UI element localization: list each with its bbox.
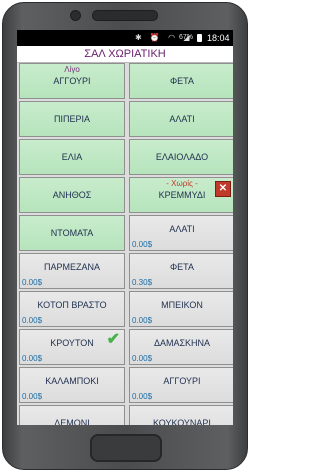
status-bar: ✱ ⏰ ◠ ◢ 67% 18:04	[17, 30, 233, 46]
ingredient-tile[interactable]: - Χωρίς - ΚΡΕΜΜΥΔΙ ✕	[129, 177, 233, 213]
ingredient-tile[interactable]: ΑΝΗΘΟΣ	[19, 177, 125, 213]
ingredient-tile[interactable]: ΦΕΤΑ	[129, 63, 233, 99]
tile-name: ΑΝΗΘΟΣ	[52, 190, 92, 200]
tile-name: ΦΕΤΑ	[169, 262, 195, 272]
tile-price: 0.00$	[22, 354, 43, 363]
ingredient-tile[interactable]: ΛΕΜΟΝΙ	[19, 405, 125, 425]
tile-price: 0.00$	[132, 316, 153, 325]
ingredient-tile[interactable]: ΚΑΛΑΜΠΟΚΙ 0.00$	[19, 367, 125, 403]
tile-price: 0.00$	[132, 392, 153, 401]
ingredient-tile[interactable]: ΝΤΟΜΑΤΑ	[19, 215, 125, 251]
tile-name: ΚΟΤΟΠ ΒΡΑΣΤΟ	[37, 300, 107, 310]
tile-name: ΕΛΙΑ	[61, 152, 83, 162]
tile-name: ΔΑΜΑΣΚΗΝΑ	[153, 338, 211, 348]
earpiece-speaker	[92, 10, 158, 21]
tile-price: 0.00$	[22, 316, 43, 325]
checkmark-icon: ✔	[106, 331, 120, 348]
ingredient-tile[interactable]: ΜΠΕΙΚΟΝ 0.00$	[129, 291, 233, 327]
tile-name: ΝΤΟΜΑΤΑ	[50, 228, 94, 238]
ingredient-tile[interactable]: ΑΓΓΟΥΡΙ 0.00$	[129, 367, 233, 403]
ingredient-tile[interactable]: ΕΛΙΑ	[19, 139, 125, 175]
ingredient-tile[interactable]: ΠΙΠΕΡΙΑ	[19, 101, 125, 137]
tile-modifier: Λίγο	[64, 65, 80, 74]
tile-name: ΑΓΓΟΥΡΙ	[53, 76, 91, 86]
tile-name: ΦΕΤΑ	[169, 76, 195, 86]
app-screen: ✱ ⏰ ◠ ◢ 67% 18:04 ΣΑΛ ΧΩΡΙΑΤΙΚΗ Λίγο ΑΓΓΟ…	[17, 30, 233, 425]
tile-price: 0.00$	[132, 240, 153, 249]
tile-price: 0.30$	[132, 278, 153, 287]
ingredient-tile[interactable]: ΑΛΑΤΙ	[129, 101, 233, 137]
tile-name: ΠΙΠΕΡΙΑ	[53, 114, 90, 124]
page-title: ΣΑΛ ΧΩΡΙΑΤΙΚΗ	[17, 46, 233, 63]
ingredient-tile[interactable]: ΚΡΟΥΤΟΝ 0.00$ ✔	[19, 329, 125, 365]
phone-frame: ✱ ⏰ ◠ ◢ 67% 18:04 ΣΑΛ ΧΩΡΙΑΤΙΚΗ Λίγο ΑΓΓΟ…	[0, 0, 250, 472]
clock: 18:04	[207, 33, 230, 43]
tile-name: ΑΓΓΟΥΡΙ	[163, 376, 201, 386]
tile-price: 0.00$	[22, 392, 43, 401]
battery-icon	[197, 34, 202, 42]
tile-name: ΠΑΡΜΕΖΑΝΑ	[43, 262, 100, 272]
tile-name: ΑΛΑΤΙ	[169, 114, 195, 124]
tile-name: ΚΟΥΚΟΥΝΑΡΙ	[153, 418, 211, 425]
ingredient-tile[interactable]: ΔΑΜΑΣΚΗΝΑ 0.00$	[129, 329, 233, 365]
tile-name: ΕΛΑΙΟΛΑΔΟ	[155, 152, 209, 162]
tile-name: ΛΕΜΟΝΙ	[54, 418, 90, 425]
tile-name: ΚΑΛΑΜΠΟΚΙ	[45, 376, 99, 386]
home-button[interactable]	[90, 434, 162, 462]
ingredient-tile[interactable]: ΚΟΤΟΠ ΒΡΑΣΤΟ 0.00$	[19, 291, 125, 327]
ingredient-tile[interactable]: ΠΑΡΜΕΖΑΝΑ 0.00$	[19, 253, 125, 289]
ingredient-tile[interactable]: ΕΛΑΙΟΛΑΔΟ	[129, 139, 233, 175]
tile-price: 0.00$	[22, 278, 43, 287]
remove-icon[interactable]: ✕	[215, 181, 231, 197]
ingredient-tile[interactable]: ΚΟΥΚΟΥΝΑΡΙ	[129, 405, 233, 425]
ingredient-tile[interactable]: Λίγο ΑΓΓΟΥΡΙ	[19, 63, 125, 99]
tile-name: ΜΠΕΙΚΟΝ	[161, 300, 203, 310]
tile-price: 0.00$	[132, 354, 153, 363]
tile-name: ΑΛΑΤΙ	[169, 224, 195, 234]
front-camera	[70, 10, 81, 21]
battery-percent: 67%	[179, 34, 194, 41]
ingredient-tile[interactable]: ΑΛΑΤΙ 0.00$	[129, 215, 233, 251]
ingredient-tile[interactable]: ΦΕΤΑ 0.30$	[129, 253, 233, 289]
